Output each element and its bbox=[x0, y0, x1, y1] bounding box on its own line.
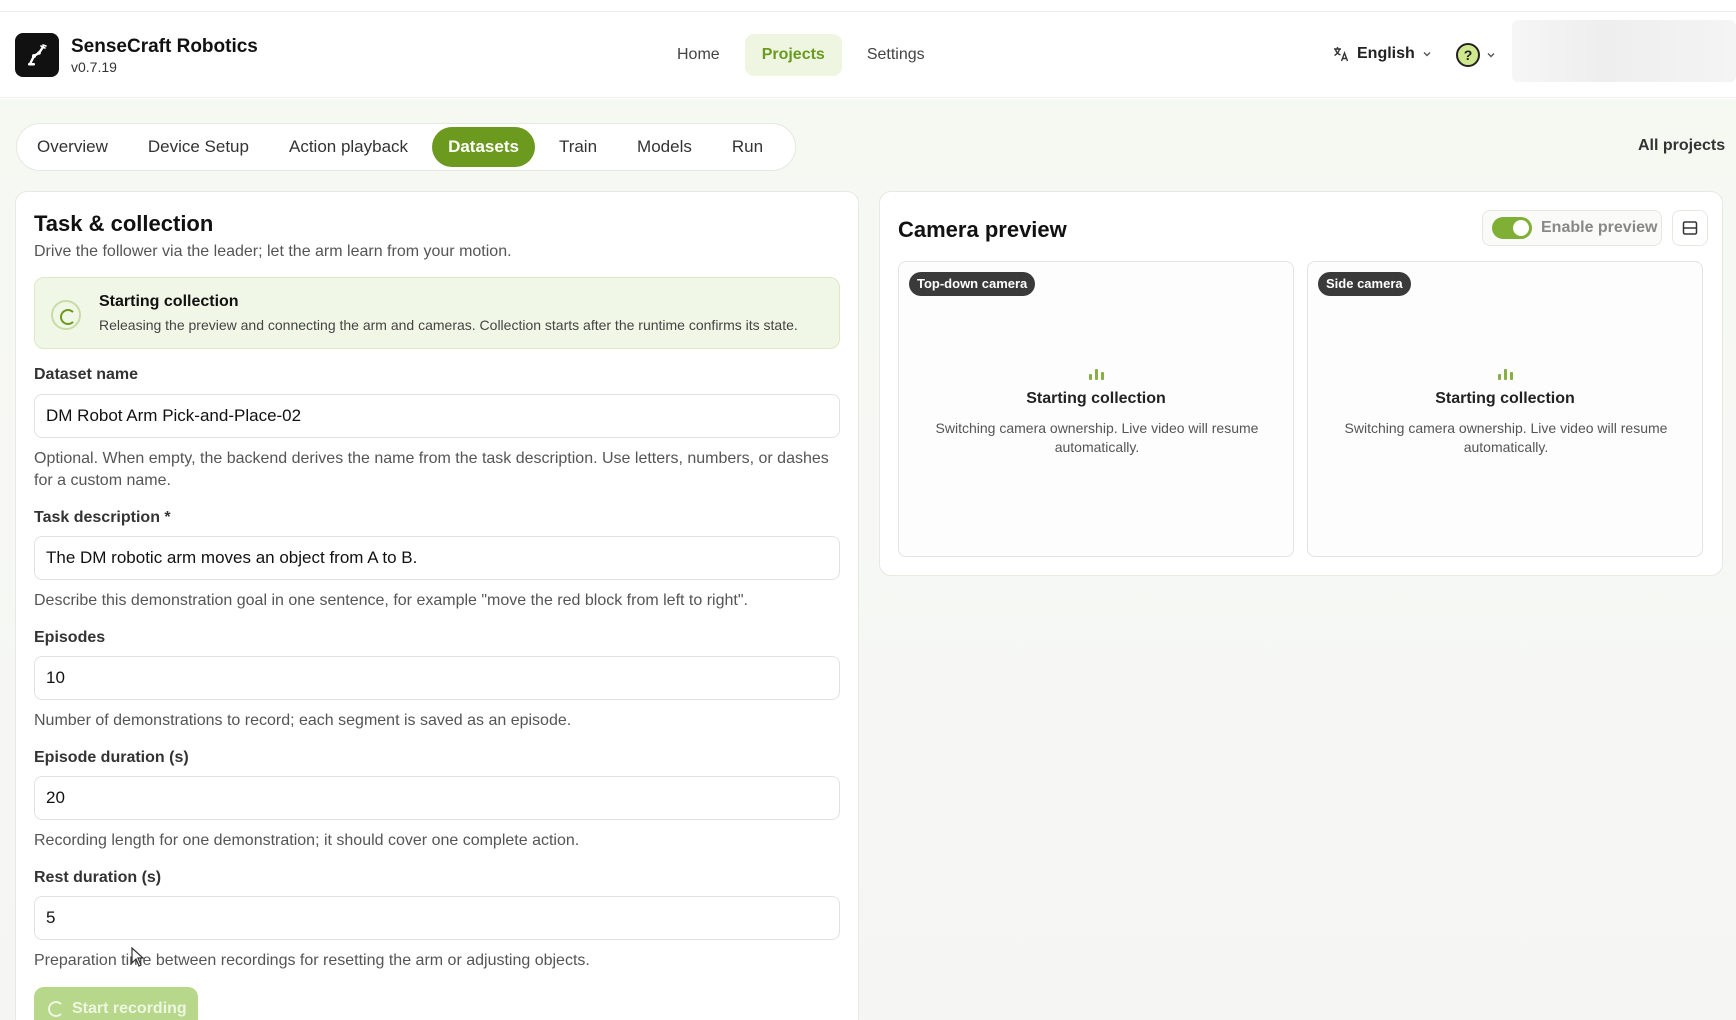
brand-name: SenseCraft Robotics bbox=[71, 36, 258, 57]
chevron-down-icon bbox=[1423, 52, 1431, 57]
mouse-cursor-icon bbox=[131, 947, 145, 967]
camera-preview-title: Camera preview bbox=[898, 217, 1067, 242]
project-tabs: Overview Device Setup Action playback Da… bbox=[16, 123, 796, 171]
camera-preview-card: Camera preview Enable preview Top-down c… bbox=[879, 191, 1723, 576]
tab-run[interactable]: Run bbox=[716, 127, 779, 167]
enable-preview-label: Enable preview bbox=[1541, 219, 1658, 236]
camera-state-description: Switching camera ownership. Live video w… bbox=[1344, 420, 1668, 455]
top-down-camera-tile: Top-down camera Starting collection Swit… bbox=[898, 261, 1294, 557]
status-title: Starting collection bbox=[99, 293, 239, 310]
rest-duration-help: Preparation time between recordings for … bbox=[34, 952, 590, 969]
tab-overview[interactable]: Overview bbox=[21, 127, 124, 167]
card-subtitle: Drive the follower via the leader; let t… bbox=[34, 243, 512, 260]
window-top-edge bbox=[0, 0, 1736, 12]
camera-badge: Side camera bbox=[1318, 272, 1411, 296]
nav-settings[interactable]: Settings bbox=[850, 34, 942, 76]
page-content: Overview Device Setup Action playback Da… bbox=[0, 99, 1736, 1020]
toggle-switch[interactable] bbox=[1492, 217, 1532, 239]
robot-arm-icon bbox=[28, 44, 47, 66]
dataset-name-input[interactable] bbox=[34, 394, 840, 438]
episode-duration-input[interactable] bbox=[34, 776, 840, 820]
status-banner: Starting collection Releasing the previe… bbox=[34, 277, 840, 349]
episode-duration-help: Recording length for one demonstration; … bbox=[34, 832, 580, 849]
episodes-input[interactable] bbox=[34, 656, 840, 700]
episodes-label: Episodes bbox=[34, 629, 106, 646]
camera-state: Starting collection bbox=[1435, 390, 1575, 407]
status-description: Releasing the preview and connecting the… bbox=[99, 317, 798, 333]
all-projects-link[interactable]: All projects bbox=[1638, 137, 1725, 155]
app-version: v0.7.19 bbox=[71, 59, 117, 75]
tab-train[interactable]: Train bbox=[543, 127, 613, 167]
chevron-down-icon bbox=[1487, 53, 1495, 58]
dataset-name-label: Dataset name bbox=[34, 366, 139, 383]
tab-action-playback[interactable]: Action playback bbox=[273, 127, 424, 167]
signal-bars-icon bbox=[1498, 368, 1513, 380]
language-selector[interactable]: English bbox=[1332, 45, 1432, 63]
camera-state-description: Switching camera ownership. Live video w… bbox=[935, 420, 1259, 455]
episodes-help: Number of demonstrations to record; each… bbox=[34, 712, 572, 729]
help-menu[interactable]: ? bbox=[1456, 43, 1496, 67]
app-logo[interactable] bbox=[15, 33, 59, 77]
rest-duration-label: Rest duration (s) bbox=[34, 869, 162, 886]
split-layout-icon bbox=[1682, 221, 1698, 235]
translate-icon bbox=[1334, 47, 1349, 62]
start-recording-button[interactable]: Start recording bbox=[34, 987, 198, 1020]
episode-duration-label: Episode duration (s) bbox=[34, 749, 189, 766]
loading-spinner-icon bbox=[48, 1001, 64, 1017]
signal-bars-icon bbox=[1089, 368, 1104, 380]
task-description-help: Describe this demonstration goal in one … bbox=[34, 592, 748, 609]
layout-toggle-button[interactable] bbox=[1672, 210, 1708, 246]
camera-badge: Top-down camera bbox=[909, 272, 1036, 296]
tab-datasets[interactable]: Datasets bbox=[432, 127, 535, 167]
loading-spinner-icon bbox=[51, 300, 81, 330]
tab-models[interactable]: Models bbox=[621, 127, 708, 167]
task-collection-card: Task & collection Drive the follower via… bbox=[15, 191, 859, 1020]
nav-home[interactable]: Home bbox=[660, 34, 737, 76]
camera-state: Starting collection bbox=[1026, 390, 1166, 407]
user-account-area[interactable] bbox=[1512, 20, 1736, 82]
top-nav: Home Projects Settings bbox=[660, 34, 942, 76]
enable-preview-toggle[interactable]: Enable preview bbox=[1482, 210, 1662, 246]
task-description-input[interactable] bbox=[34, 536, 840, 580]
help-icon: ? bbox=[1456, 43, 1480, 67]
rest-duration-input[interactable] bbox=[34, 896, 840, 940]
tab-device-setup[interactable]: Device Setup bbox=[132, 127, 265, 167]
dataset-name-help: Optional. When empty, the backend derive… bbox=[34, 450, 829, 489]
card-title: Task & collection bbox=[34, 211, 214, 236]
side-camera-tile: Side camera Starting collection Switchin… bbox=[1307, 261, 1703, 557]
task-description-label: Task description * bbox=[34, 509, 171, 526]
language-label: English bbox=[1357, 45, 1415, 62]
nav-projects[interactable]: Projects bbox=[744, 34, 842, 76]
app-header: SenseCraft Robotics v0.7.19 Home Project… bbox=[0, 12, 1736, 98]
start-recording-label: Start recording bbox=[72, 1000, 187, 1017]
